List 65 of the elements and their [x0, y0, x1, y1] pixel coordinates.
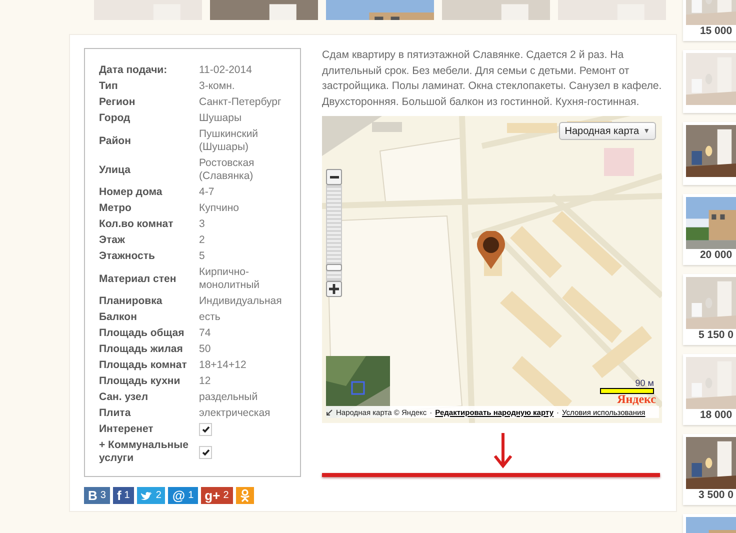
field-label: Регион [99, 95, 136, 110]
description-text: Сдам квартиру в пятиэтажной Славянке. Сдается 2 й раз. На длительный срок. Без мебели. Для семьи с детьми. Ремонт от застройщика. Полы ламинат. Окна стеклопакеты. Санузел в кафеле. Двухсторонняя. Большой балкон из гостинной. Кухня-гостинная. [322, 48, 662, 110]
field-label: Плита [99, 406, 132, 421]
field-value: 5 [199, 249, 206, 264]
field-value: есть [199, 310, 222, 325]
field-value: Ростовская (Славянка) [199, 156, 256, 184]
field-value: 4-7 [199, 185, 216, 200]
price-text: 5 150 0 [697, 329, 735, 342]
field-value: 3-комн. [199, 79, 236, 94]
field-label: Номер дома [99, 185, 164, 200]
checkbox[interactable] [199, 446, 212, 458]
field-value: Купчино [199, 201, 240, 216]
listing-card[interactable]: 15 000 [683, 0, 736, 41]
field-value: раздельный [199, 390, 259, 405]
field-value: Пушкинский (Шушары) [199, 127, 260, 155]
listing-card[interactable]: 20 000 [683, 194, 736, 265]
field-label: Этаж [99, 233, 126, 248]
field-label: Площадь жилая [99, 342, 184, 357]
price-text: 20 000 [698, 249, 734, 262]
check-icon [202, 448, 210, 456]
field-label: Интеренет [99, 422, 154, 437]
share-button[interactable]: B 3 [84, 487, 110, 504]
field-label: Город [99, 111, 132, 126]
field-label: Материал стен [99, 272, 178, 286]
share-button[interactable]: g+ 2 [200, 487, 233, 504]
field-label: Район [99, 134, 132, 148]
field-label: Улица [99, 162, 132, 178]
share-button[interactable]: @ 1 [168, 487, 198, 504]
field-label: Площадь комнат [99, 358, 188, 373]
field-label: Сан. узел [99, 390, 150, 405]
field-value: 3 [199, 217, 206, 232]
check-icon [202, 426, 210, 433]
field-value: 74 [199, 326, 212, 341]
person-icon [240, 489, 250, 502]
field-value: Кирпично-монолитный [199, 265, 260, 293]
listing-card[interactable]: 5 150 0 [683, 274, 736, 345]
listing-card[interactable]: 18 000 [683, 354, 736, 425]
field-value: Индивидуальная [199, 294, 283, 309]
field-value: 18+14+12 [199, 358, 248, 373]
field-value: Санкт-Петербург [199, 95, 282, 110]
field-label: Балкон [99, 310, 138, 325]
field-value: электрическая [199, 406, 272, 421]
listing-card[interactable]: 3 500 0 [683, 434, 736, 505]
field-label: Дата подачи: [99, 63, 168, 78]
field-label: Площадь кухни [99, 374, 182, 389]
price-text: 18 000 [698, 409, 734, 422]
field-value: 11-02-2014 [199, 63, 253, 78]
field-value: 12 [199, 374, 212, 389]
share-button[interactable]: f 1 [112, 487, 134, 504]
field-label: + Коммунальные услуги [99, 438, 190, 466]
field-label: Кол.во комнат [99, 217, 174, 232]
down-arrow-icon [492, 431, 514, 469]
field-label: Этажность [99, 249, 156, 264]
price-text: 3 500 0 [697, 489, 735, 502]
field-label: Планировка [99, 294, 164, 309]
listing-card[interactable] [683, 122, 736, 185]
bird-icon [140, 490, 153, 500]
field-label: Тип [99, 79, 119, 94]
field-label: Метро [99, 201, 132, 216]
field-value: 2 [199, 233, 206, 248]
checkbox[interactable] [199, 423, 212, 436]
field-value: 50 [199, 342, 212, 357]
field-value: Шушары [199, 111, 243, 126]
field-label: Площадь общая [99, 326, 186, 341]
price-text: 15 000 [698, 25, 734, 38]
